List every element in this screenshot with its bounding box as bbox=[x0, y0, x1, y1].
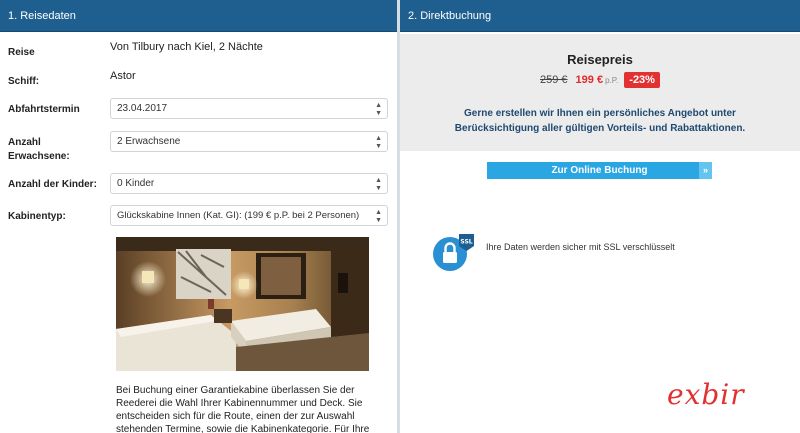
offer-text-line1: Gerne erstellen wir Ihnen ein persönlich… bbox=[464, 108, 736, 119]
kinder-label: Anzahl der Kinder: bbox=[8, 179, 97, 190]
ssl-lock-icon: SSL bbox=[432, 232, 476, 272]
erwachsene-select[interactable]: 2 Erwachsene ▲ ▼ bbox=[110, 131, 388, 152]
reise-label: Reise bbox=[8, 47, 35, 58]
offer-text-line2: Berücksichtigung aller gültigen Vorteils… bbox=[454, 123, 746, 134]
offer-text: Gerne erstellen wir Ihnen ein persönlich… bbox=[420, 106, 780, 136]
erwachsene-selected: 2 Erwachsene bbox=[117, 136, 181, 147]
select-arrows-icon: ▲ ▼ bbox=[375, 135, 382, 150]
discount-badge: -23% bbox=[624, 72, 660, 88]
new-price: 199 € bbox=[575, 74, 604, 86]
exbir-logo: exbir bbox=[667, 378, 745, 411]
cabin-photo bbox=[116, 237, 369, 371]
abfahrtstermin-selected: 23.04.2017 bbox=[117, 103, 168, 114]
double-chevron-right-icon: » bbox=[699, 162, 712, 179]
kabinentyp-select[interactable]: Glückskabine Innen (Kat. GI): (199 € p.P… bbox=[110, 205, 388, 226]
abfahrtstermin-select[interactable]: 23.04.2017 ▲ ▼ bbox=[110, 98, 388, 119]
price-box: Reisepreis 259 € 199 € p.P. -23% Gerne erst… bbox=[400, 34, 800, 151]
per-person-label: p.P. bbox=[605, 76, 619, 85]
kabinentyp-label: Kabinentyp: bbox=[8, 211, 66, 222]
abfahrtstermin-label: Abfahrtstermin bbox=[8, 104, 80, 115]
kinder-selected: 0 Kinder bbox=[117, 178, 155, 189]
select-arrows-icon: ▲ ▼ bbox=[375, 102, 382, 117]
cabin-photo-illustration bbox=[116, 237, 369, 371]
reisedaten-header: 1. Reisedaten bbox=[0, 0, 397, 32]
erwachsene-label-line1: Anzahl bbox=[8, 137, 41, 148]
online-booking-label: Zur Online Buchung bbox=[551, 165, 648, 176]
select-arrows-icon: ▲ ▼ bbox=[375, 209, 382, 224]
garantiekabine-description: Bei Buchung einer Garantiekabine überlas… bbox=[116, 385, 370, 433]
kinder-select[interactable]: 0 Kinder ▲ ▼ bbox=[110, 173, 388, 194]
erwachsene-label: Anzahl Erwachsene: bbox=[8, 136, 70, 164]
ssl-badge-label: SSL bbox=[460, 239, 472, 246]
price-line: 259 € 199 € p.P. -23% bbox=[400, 72, 800, 88]
reise-value: Von Tilbury nach Kiel, 2 Nächte bbox=[110, 41, 263, 53]
direktbuchung-header: 2. Direktbuchung bbox=[400, 0, 800, 32]
schiff-value: Astor bbox=[110, 70, 136, 82]
schiff-label: Schiff: bbox=[8, 76, 40, 87]
select-arrows-icon: ▲ ▼ bbox=[375, 177, 382, 192]
old-price: 259 € bbox=[540, 74, 568, 86]
erwachsene-label-line2: Erwachsene: bbox=[8, 151, 70, 162]
direktbuchung-panel: 2. Direktbuchung Reisepreis 259 € 199 € p.… bbox=[400, 0, 800, 433]
kabinentyp-selected: Glückskabine Innen (Kat. GI): (199 € p.P… bbox=[117, 210, 360, 221]
ssl-note: Ihre Daten werden sicher mit SSL verschl… bbox=[486, 242, 675, 252]
reisedaten-panel: 1. Reisedaten Reise Von Tilbury nach Kie… bbox=[0, 0, 397, 433]
online-booking-button[interactable]: Zur Online Buchung » bbox=[487, 162, 712, 179]
reisepreis-title: Reisepreis bbox=[567, 52, 633, 67]
